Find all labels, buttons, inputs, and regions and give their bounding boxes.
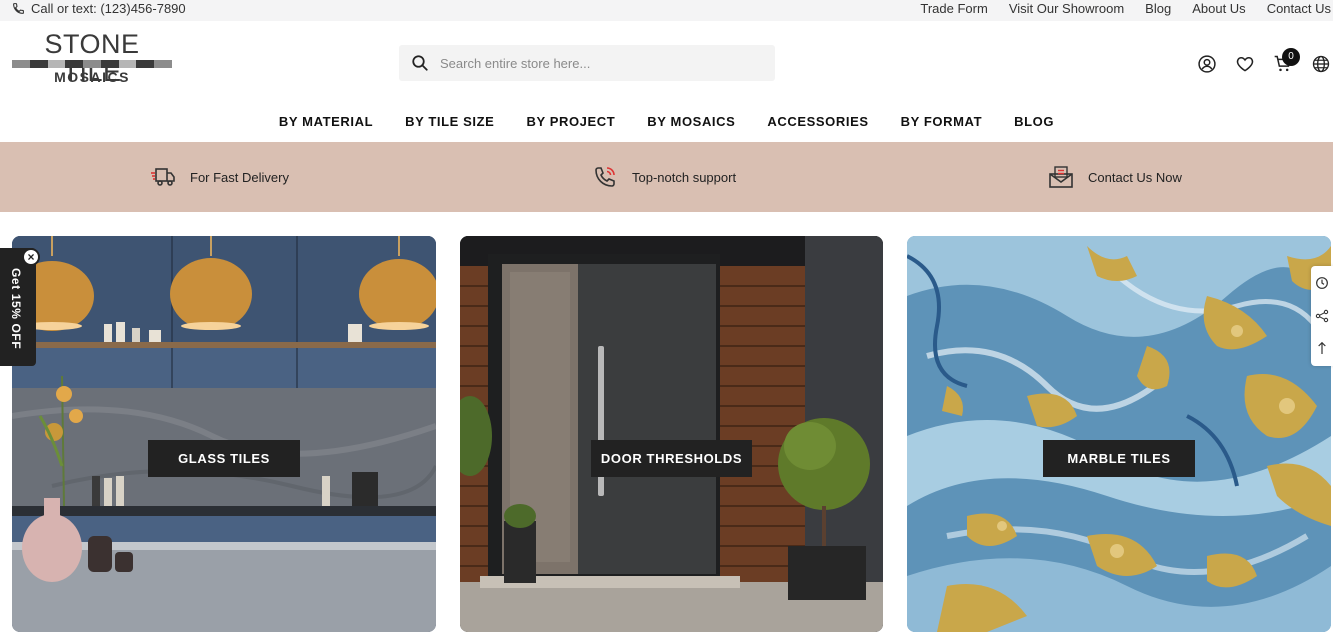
link-contact-us[interactable]: Contact Us: [1267, 1, 1331, 16]
floating-tools: [1311, 266, 1333, 366]
nav-by-project[interactable]: BY PROJECT: [510, 112, 631, 132]
link-about-us[interactable]: About Us: [1192, 1, 1245, 16]
nav-by-material[interactable]: BY MATERIAL: [263, 112, 389, 132]
link-trade-form[interactable]: Trade Form: [920, 1, 987, 16]
link-visit-showroom[interactable]: Visit Our Showroom: [1009, 1, 1124, 16]
card-label-marble-tiles[interactable]: MARBLE TILES: [1043, 440, 1195, 477]
nav-blog[interactable]: BLOG: [998, 112, 1070, 132]
search-input[interactable]: [440, 45, 760, 81]
feature-label: Contact Us Now: [1088, 169, 1182, 185]
nav-by-format[interactable]: BY FORMAT: [885, 112, 998, 132]
promo-close-button[interactable]: ×: [22, 248, 40, 266]
kitchen-image: [12, 236, 436, 632]
nav-by-tile-size[interactable]: BY TILE SIZE: [389, 112, 510, 132]
feature-label: Top-notch support: [632, 169, 737, 185]
scroll-to-top-icon[interactable]: [1314, 340, 1330, 356]
recently-viewed-icon[interactable]: [1314, 275, 1330, 291]
search-icon[interactable]: [411, 54, 429, 72]
top-bar: Call or text: (123)456-7890 Trade Form V…: [0, 0, 1333, 21]
feature-fast-delivery[interactable]: For Fast Delivery: [150, 164, 289, 190]
nav-accessories[interactable]: ACCESSORIES: [751, 112, 884, 132]
cart-count-badge: 0: [1282, 48, 1300, 66]
feature-support[interactable]: Top-notch support: [592, 164, 736, 190]
category-card-door-thresholds[interactable]: DOOR THRESHOLDS: [460, 236, 883, 632]
phone-text: Call or text: (123)456-7890: [31, 0, 186, 16]
contact-mail-icon: [1049, 166, 1073, 188]
support-phone-icon: [595, 167, 615, 187]
language-globe-icon[interactable]: [1311, 54, 1331, 74]
marble-image: [907, 236, 1331, 632]
feature-label: For Fast Delivery: [190, 169, 289, 185]
card-label-door-thresholds[interactable]: DOOR THRESHOLDS: [591, 440, 752, 477]
link-blog[interactable]: Blog: [1145, 1, 1171, 16]
phone-icon: [13, 2, 24, 14]
main-nav: BY MATERIAL BY TILE SIZE BY PROJECT BY M…: [0, 112, 1333, 132]
card-label-glass-tiles[interactable]: GLASS TILES: [148, 440, 300, 477]
features-band: For Fast Delivery Top-notch support Cont…: [0, 142, 1333, 212]
logo-line2: MOSAICS: [54, 69, 130, 85]
logo-stripe: [12, 60, 173, 68]
wishlist-heart-icon[interactable]: [1235, 54, 1255, 74]
top-links: Trade Form Visit Our Showroom Blog About…: [899, 0, 1331, 16]
delivery-truck-icon: [151, 168, 175, 186]
category-card-glass-tiles[interactable]: GLASS TILES: [12, 236, 436, 632]
nav-by-mosaics[interactable]: BY MOSAICS: [631, 112, 751, 132]
search-bar: [399, 45, 775, 81]
promo-text: Get 15% OFF: [9, 268, 23, 350]
share-icon[interactable]: [1314, 308, 1330, 324]
account-icon[interactable]: [1197, 54, 1217, 74]
category-card-marble-tiles[interactable]: MARBLE TILES: [907, 236, 1331, 632]
feature-contact[interactable]: Contact Us Now: [1048, 164, 1182, 190]
site-logo[interactable]: STONE TILE MOSAICS: [12, 30, 173, 86]
door-image: [460, 236, 883, 632]
phone-contact[interactable]: Call or text: (123)456-7890: [12, 0, 186, 16]
